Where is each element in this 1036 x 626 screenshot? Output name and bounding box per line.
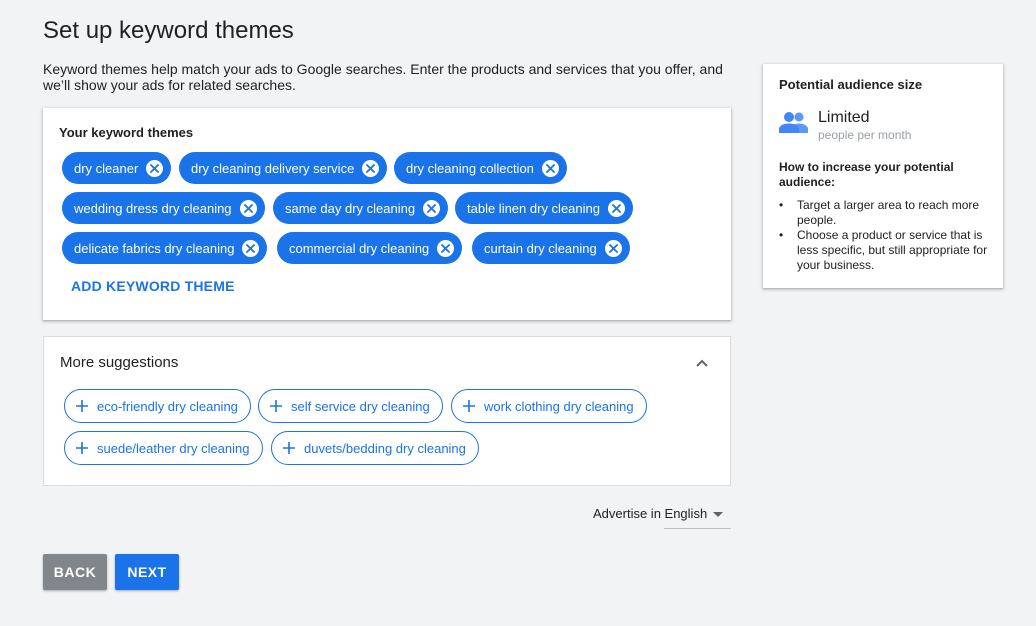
chevron-up-icon[interactable] xyxy=(694,355,710,371)
remove-keyword-icon[interactable] xyxy=(604,239,622,257)
next-button[interactable]: NEXT xyxy=(115,554,179,590)
remove-keyword-icon[interactable] xyxy=(423,199,441,217)
remove-keyword-icon[interactable] xyxy=(239,199,257,217)
keyword-chip[interactable]: commercial dry cleaning xyxy=(277,232,463,264)
keyword-themes-heading: Your keyword themes xyxy=(59,125,194,140)
keyword-chip[interactable]: delicate fabrics dry cleaning xyxy=(62,232,268,264)
plus-icon xyxy=(76,442,88,454)
suggestion-chip-label: eco-friendly dry cleaning xyxy=(97,398,238,414)
keyword-chip-label: wedding dress dry cleaning xyxy=(74,200,232,216)
audience-tip: Choose a product or service that is less… xyxy=(779,228,991,273)
keyword-chip-label: dry cleaner xyxy=(74,160,139,176)
suggestion-chip[interactable]: suede/leather dry cleaning xyxy=(64,431,263,465)
more-suggestions-heading: More suggestions xyxy=(60,354,179,371)
audience-howto-heading: How to increase your potential audience: xyxy=(779,160,954,189)
keyword-chip-label: dry cleaning delivery service xyxy=(191,160,355,176)
add-keyword-theme-button[interactable]: ADD KEYWORD THEME xyxy=(71,278,235,294)
suggestion-chip-label: suede/leather dry cleaning xyxy=(97,440,250,456)
potential-audience-card: Potential audience size Limited people p… xyxy=(763,64,1003,288)
keyword-chip[interactable]: dry cleaning delivery service xyxy=(179,152,388,184)
remove-keyword-icon[interactable] xyxy=(362,159,380,177)
keyword-chip-label: delicate fabrics dry cleaning xyxy=(74,240,235,256)
plus-icon xyxy=(76,400,88,412)
keyword-chip[interactable]: same day dry cleaning xyxy=(273,192,449,224)
suggestion-chip[interactable]: work clothing dry cleaning xyxy=(451,389,647,423)
keyword-chip[interactable]: wedding dress dry cleaning xyxy=(62,192,265,224)
plus-icon xyxy=(283,442,295,454)
caret-down-icon xyxy=(713,512,723,517)
suggestion-chip[interactable]: duvets/bedding dry cleaning xyxy=(271,431,479,465)
remove-keyword-icon[interactable] xyxy=(242,239,260,257)
plus-icon xyxy=(463,400,475,412)
keyword-chip[interactable]: table linen dry cleaning xyxy=(455,192,633,224)
back-button[interactable]: BACK xyxy=(43,554,107,590)
language-select-value: Advertise in English xyxy=(593,506,708,521)
keyword-chip-label: same day dry cleaning xyxy=(285,200,416,216)
more-suggestions-card: More suggestions eco-friendly dry cleani… xyxy=(43,336,731,486)
audience-size-value: Limited xyxy=(818,109,870,126)
keyword-chip[interactable]: dry cleaner xyxy=(62,152,172,184)
keyword-chip-label: dry cleaning collection xyxy=(406,160,534,176)
plus-icon xyxy=(270,400,282,412)
remove-keyword-icon[interactable] xyxy=(437,239,455,257)
audience-title: Potential audience size xyxy=(779,77,923,92)
language-underline-gap xyxy=(593,528,664,530)
page-title: Set up keyword themes xyxy=(43,17,294,44)
remove-keyword-icon[interactable] xyxy=(541,159,559,177)
keyword-chip-label: commercial dry cleaning xyxy=(289,240,430,256)
suggestion-chip-label: self service dry cleaning xyxy=(291,398,430,414)
page-intro: Keyword themes help match your ads to Go… xyxy=(43,61,723,93)
suggestion-chip-label: work clothing dry cleaning xyxy=(484,398,634,414)
suggestion-chip[interactable]: self service dry cleaning xyxy=(258,389,443,423)
suggestion-chip-label: duvets/bedding dry cleaning xyxy=(304,440,466,456)
people-icon xyxy=(779,112,808,133)
remove-keyword-icon[interactable] xyxy=(607,199,625,217)
audience-size-unit: people per month xyxy=(818,128,912,142)
language-select[interactable]: Advertise in English xyxy=(593,504,731,529)
audience-tip: Target a larger area to reach more peopl… xyxy=(779,198,991,228)
keyword-chip[interactable]: curtain dry cleaning xyxy=(472,232,630,264)
suggestion-chip[interactable]: eco-friendly dry cleaning xyxy=(64,389,251,423)
keyword-chip[interactable]: dry cleaning collection xyxy=(394,152,567,184)
audience-tips-list: Target a larger area to reach more peopl… xyxy=(779,198,991,273)
keyword-themes-card: Your keyword themes dry cleaner dry clea… xyxy=(43,108,731,320)
keyword-chip-label: table linen dry cleaning xyxy=(467,200,600,216)
keyword-chip-label: curtain dry cleaning xyxy=(484,240,597,256)
remove-keyword-icon[interactable] xyxy=(146,159,164,177)
